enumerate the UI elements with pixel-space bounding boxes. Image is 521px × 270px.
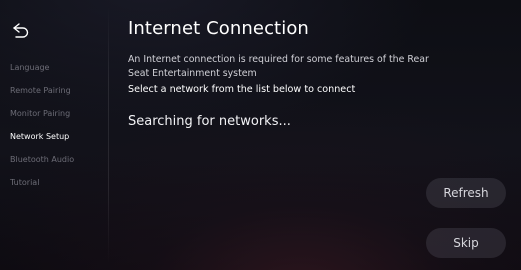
- rse-setup-screen: Language Remote Pairing Monitor Pairing …: [0, 0, 521, 270]
- sidebar-item-network-setup[interactable]: Network Setup: [10, 125, 74, 148]
- sidebar-item-bluetooth-audio[interactable]: Bluetooth Audio: [10, 148, 74, 171]
- sidebar-item-language[interactable]: Language: [10, 56, 74, 79]
- sidebar-divider: [108, 6, 109, 264]
- page-instruction: Select a network from the list below to …: [128, 84, 356, 95]
- refresh-button[interactable]: Refresh: [426, 178, 506, 208]
- page-description: An Internet connection is required for s…: [128, 54, 429, 79]
- skip-button[interactable]: Skip: [426, 228, 506, 258]
- network-search-status: Searching for networks...: [128, 114, 291, 129]
- sidebar-item-tutorial[interactable]: Tutorial: [10, 171, 74, 194]
- setup-steps-sidebar: Language Remote Pairing Monitor Pairing …: [10, 56, 74, 194]
- sidebar-item-monitor-pairing[interactable]: Monitor Pairing: [10, 102, 74, 125]
- back-button[interactable]: [11, 22, 31, 40]
- back-arrow-icon: [13, 23, 29, 38]
- page-title: Internet Connection: [128, 18, 309, 39]
- sidebar-item-remote-pairing[interactable]: Remote Pairing: [10, 79, 74, 102]
